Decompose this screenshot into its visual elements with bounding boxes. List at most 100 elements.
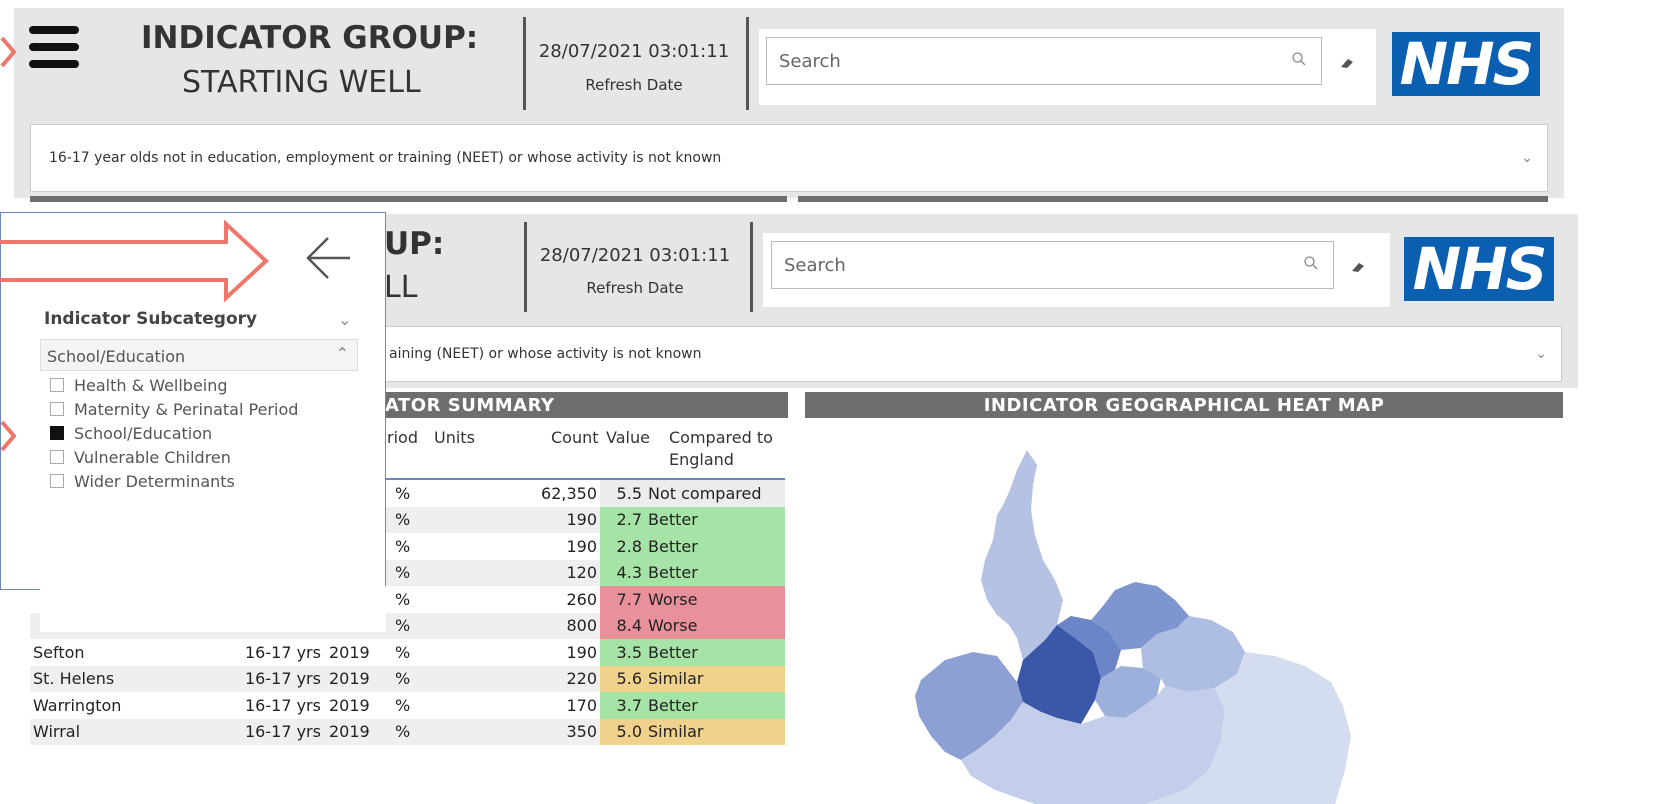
map-region-sefton[interactable]: [981, 450, 1063, 660]
filter-option[interactable]: Health & Wellbeing: [50, 373, 350, 397]
hamburger-menu-icon[interactable]: [29, 26, 79, 77]
col-compared-2: England: [669, 450, 734, 469]
checkbox-icon[interactable]: [50, 474, 64, 488]
checkbox-checked-icon[interactable]: [50, 426, 64, 440]
chevron-up-icon[interactable]: ⌃: [336, 344, 349, 363]
cell-value: 5.5: [600, 480, 645, 507]
filter-option[interactable]: Maternity & Perinatal Period: [50, 397, 350, 421]
cell-year: 2019: [329, 669, 370, 689]
indicator-summary-title-partial: ATOR SUMMARY: [385, 394, 555, 416]
cell-area: Warrington: [33, 695, 122, 715]
nhs-logo-text: NHS: [1399, 30, 1535, 98]
chevron-down-icon[interactable]: ⌄: [1521, 150, 1533, 166]
filter-title: Indicator Subcategory: [44, 309, 258, 329]
cell-value: 3.7: [600, 692, 645, 719]
chevron-down-icon[interactable]: ⌄: [1535, 346, 1547, 362]
col-value[interactable]: Value: [606, 428, 650, 447]
cell-compared: Similar: [645, 665, 785, 692]
heatmap-title-bar: INDICATOR GEOGRAPHICAL HEAT MAP: [805, 392, 1563, 418]
divider: [746, 17, 749, 110]
refresh-datetime: 28/07/2021 03:01:11: [538, 41, 730, 62]
cell-area: Sefton: [33, 642, 85, 662]
filter-option[interactable]: School/Education: [50, 421, 350, 445]
table-row[interactable]: St. Helens 16-17 yrs 2019% 220 5.6 Similar: [30, 665, 785, 692]
col-units[interactable]: Units: [434, 428, 475, 447]
section-bar-right-partial: [798, 196, 1548, 202]
indicator-group-label: INDICATOR GROUP:: [141, 20, 479, 56]
cell-value: 2.7: [600, 506, 645, 533]
cell-units: %: [395, 642, 411, 662]
checkbox-icon[interactable]: [50, 402, 64, 416]
cell-compared: Worse: [645, 612, 785, 639]
search-input[interactable]: Search: [766, 37, 1322, 85]
cell-count: 190: [566, 510, 597, 530]
cell-value: 5.6: [600, 665, 645, 692]
arrow-annotation-icon: [0, 220, 269, 302]
cell-count: 190: [566, 642, 597, 662]
filter-option-label: School/Education: [74, 423, 213, 443]
cell-units: %: [395, 510, 411, 530]
filter-option[interactable]: Vulnerable Children: [50, 445, 350, 469]
cell-units: %: [395, 695, 411, 715]
checkbox-icon[interactable]: [50, 450, 64, 464]
cell-count: 260: [566, 589, 597, 609]
table-row[interactable]: Sefton 16-17 yrs 2019% 190 3.5 Better: [30, 639, 785, 666]
cell-count: 170: [566, 695, 597, 715]
filter-option[interactable]: Wider Determinants: [50, 469, 350, 493]
indicator-group-value-partial: LL: [384, 270, 418, 305]
cell-value: 5.0: [600, 718, 645, 745]
filter-option-label: Maternity & Perinatal Period: [74, 399, 299, 419]
cell-count: 800: [566, 616, 597, 636]
cell-units: %: [395, 563, 411, 583]
checkbox-icon[interactable]: [50, 378, 64, 392]
cell-value: 7.7: [600, 586, 645, 613]
chevron-down-icon[interactable]: ⌄: [338, 310, 351, 329]
divider: [523, 17, 526, 110]
cell-year: 2019: [329, 642, 370, 662]
divider: [524, 222, 527, 312]
cell-compared: Better: [645, 639, 785, 666]
cell-units: %: [395, 483, 411, 503]
refresh-label: Refresh Date: [586, 279, 684, 297]
back-arrow-icon[interactable]: [302, 232, 354, 288]
filter-select[interactable]: School/Education ⌃: [40, 339, 358, 371]
cell-compared: Better: [645, 559, 785, 586]
search-icon[interactable]: [1303, 255, 1319, 276]
filter-option-label: Wider Determinants: [74, 471, 235, 491]
arrow-annotation-icon: [0, 36, 16, 68]
cell-compared: Better: [645, 533, 785, 560]
nhs-logo-text: NHS: [1412, 235, 1548, 303]
col-period[interactable]: riod: [387, 428, 418, 447]
indicator-group-label-partial: UP:: [384, 226, 445, 262]
col-count[interactable]: Count: [551, 428, 599, 447]
search-placeholder: Search: [784, 254, 846, 276]
cell-compared: Worse: [645, 586, 785, 613]
cell-age: 16-17 yrs: [245, 642, 321, 662]
col-compared[interactable]: Compared to: [669, 428, 773, 447]
cell-count: 350: [566, 722, 597, 742]
refresh-label: Refresh Date: [585, 76, 683, 94]
cell-area: Wirral: [33, 722, 81, 742]
cell-units: %: [395, 722, 411, 742]
table-row[interactable]: Warrington 16-17 yrs 2019% 170 3.7 Better: [30, 692, 785, 719]
filter-options: Health & Wellbeing Maternity & Perinatal …: [50, 373, 350, 493]
indicator-selected: 16-17 year olds not in education, employ…: [49, 150, 722, 166]
indicator-dropdown[interactable]: 16-17 year olds not in education, employ…: [30, 124, 1548, 192]
eraser-icon[interactable]: [1350, 258, 1366, 277]
eraser-icon[interactable]: [1339, 54, 1355, 73]
cell-value: 4.3: [600, 559, 645, 586]
cell-count: 120: [566, 563, 597, 583]
search-input[interactable]: Search: [771, 241, 1334, 289]
indicator-dropdown[interactable]: aining (NEET) or whose activity is not k…: [384, 326, 1562, 382]
table-row[interactable]: Wirral 16-17 yrs 2019% 350 5.0 Similar: [30, 718, 785, 745]
filter-selected-value: School/Education: [47, 347, 186, 366]
search-icon[interactable]: [1291, 51, 1307, 72]
cell-count: 62,350: [541, 483, 597, 503]
cell-year: 2019: [329, 722, 370, 742]
cell-compared: Better: [645, 506, 785, 533]
geographical-heat-map[interactable]: [805, 420, 1563, 804]
nhs-logo: NHS: [1392, 30, 1540, 98]
refresh-datetime: 28/07/2021 03:01:11: [539, 245, 731, 266]
filter-panel-extension: [40, 586, 386, 632]
cell-compared: Better: [645, 692, 785, 719]
